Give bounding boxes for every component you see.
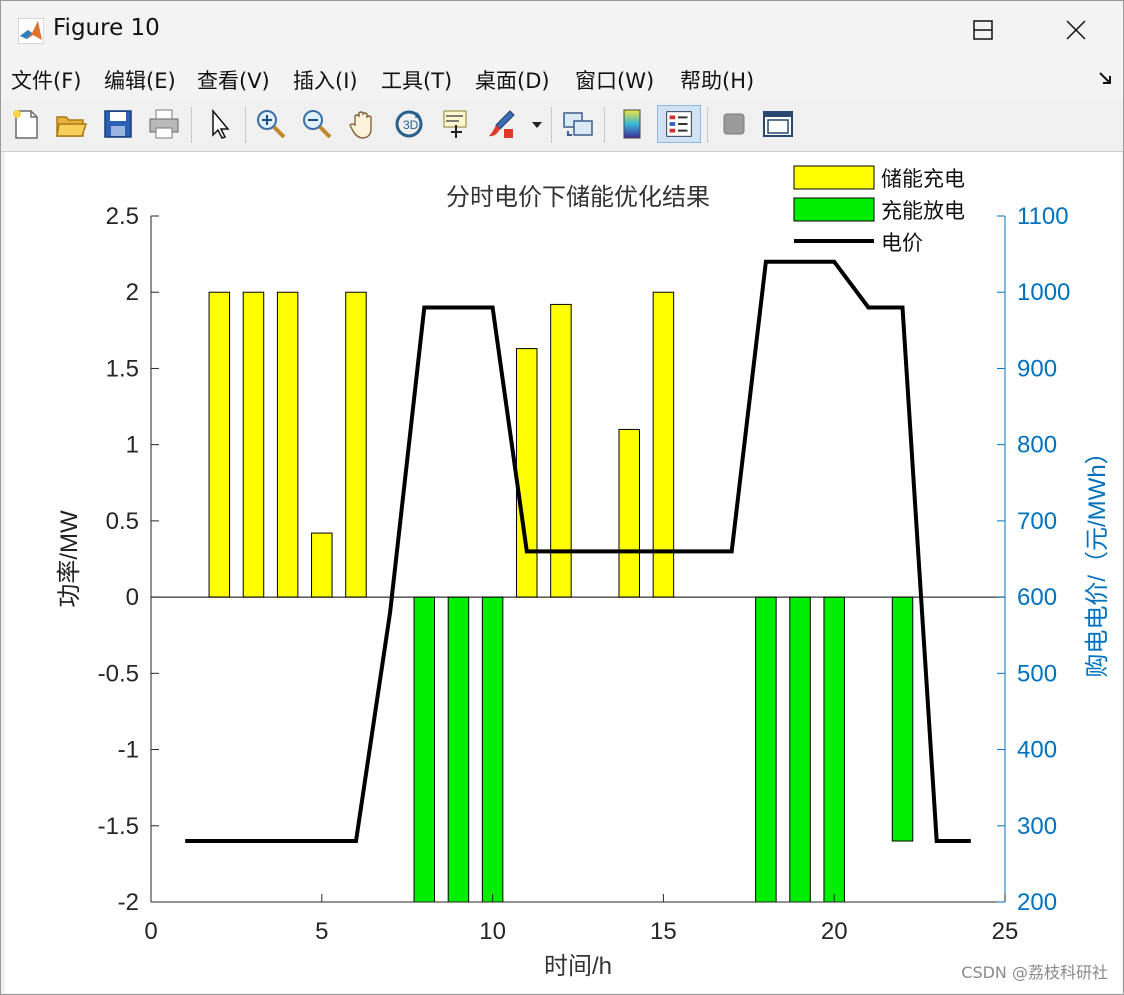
brush-dropdown-icon[interactable] <box>529 105 545 143</box>
y2-tick-label: 800 <box>1017 432 1057 459</box>
discharge-bar <box>823 596 845 903</box>
menu-desktop[interactable]: 桌面(D) <box>475 65 550 95</box>
charge-bar <box>345 291 367 598</box>
y-tick-label: 1.5 <box>106 355 139 382</box>
charge-bar <box>516 348 538 598</box>
pointer-icon[interactable] <box>201 105 239 143</box>
hide-tools-icon[interactable] <box>715 105 753 143</box>
discharge-bar <box>413 596 436 903</box>
toolbar-separator <box>707 107 708 143</box>
y2-tick-label: 1100 <box>1017 203 1069 230</box>
toolbar-separator <box>604 107 605 143</box>
figure-window: Figure 10 文件(F) 编辑(E) 查看(V) 插入(I) 工具(T) … <box>0 0 1124 995</box>
y2-tick-label: 200 <box>1017 889 1057 916</box>
svg-text:3D: 3D <box>403 118 419 132</box>
discharge-bar <box>755 596 777 903</box>
link-plot-icon[interactable] <box>559 105 597 143</box>
x-tick-label: 20 <box>821 918 848 945</box>
y-tick-label: -1.5 <box>98 813 139 840</box>
chart: 0 5 10 15 20 25 -2 -1.5 -1 -0.5 0 0.5 1 1.5 2 2.5 200 300… <box>56 165 1111 980</box>
title-bar: Figure 10 <box>1 1 1123 59</box>
charge-bar <box>242 291 265 598</box>
toolbar-separator <box>245 107 246 143</box>
discharge-bar <box>447 596 470 903</box>
y-tick-label: -0.5 <box>98 660 139 687</box>
y2-tick-label: 900 <box>1017 355 1057 382</box>
zoom-out-icon[interactable] <box>298 105 336 143</box>
charge-bar <box>276 291 299 598</box>
y2-tick-label: 500 <box>1017 660 1057 687</box>
open-folder-icon[interactable] <box>52 105 90 143</box>
toolbar-separator <box>191 107 192 143</box>
legend-icon[interactable] <box>657 105 701 143</box>
discharge-bar <box>891 596 914 842</box>
legend-label-discharge: 充能放电 <box>881 200 965 223</box>
save-icon[interactable] <box>99 105 137 143</box>
menu-tools[interactable]: 工具(T) <box>381 65 452 95</box>
y-axis-label: 功率/MW <box>56 510 83 608</box>
pan-hand-icon[interactable] <box>344 105 382 143</box>
charge-bar <box>618 428 640 598</box>
y2-tick-label: 1000 <box>1017 279 1070 306</box>
discharge-bar <box>481 596 504 903</box>
y-tick-label: 2.5 <box>106 203 139 230</box>
show-tools-icon[interactable] <box>759 105 797 143</box>
zoom-in-icon[interactable] <box>252 105 290 143</box>
legend-label-charge: 储能充电 <box>881 168 965 191</box>
brush-icon[interactable] <box>482 105 520 143</box>
menu-file[interactable]: 文件(F) <box>11 65 81 95</box>
x-tick-label: 25 <box>992 918 1019 945</box>
y-tick-label: 2 <box>126 279 139 306</box>
watermark: CSDN @荔枝科研社 <box>961 963 1108 982</box>
y2-tick-label: 300 <box>1017 813 1057 840</box>
x-axis-label: 时间/h <box>544 953 612 980</box>
maximize-button[interactable] <box>955 9 1011 51</box>
y-tick-label: 0 <box>126 584 139 611</box>
print-icon[interactable] <box>145 105 183 143</box>
y2-axis-label: 购电电价/（元/MWh） <box>1084 440 1111 677</box>
y-tick-label: 0.5 <box>106 508 139 535</box>
matlab-logo-icon <box>18 18 44 44</box>
menu-window[interactable]: 窗口(W) <box>575 65 654 95</box>
x-tick-label: 0 <box>144 918 157 945</box>
y2-tick-label: 400 <box>1017 737 1057 764</box>
menu-insert[interactable]: 插入(I) <box>293 65 358 95</box>
x-tick-label: 5 <box>315 918 328 945</box>
legend-swatch-discharge <box>793 197 875 222</box>
x-tick-label: 15 <box>650 918 677 945</box>
y2-tick-label: 700 <box>1017 508 1057 535</box>
window-title: Figure 10 <box>53 15 160 41</box>
menu-edit[interactable]: 编辑(E) <box>104 65 176 95</box>
discharge-bar <box>789 596 811 903</box>
colorbar-icon[interactable] <box>613 105 651 143</box>
y-tick-label: -1 <box>118 737 139 764</box>
y2-tick-label: 600 <box>1017 584 1057 611</box>
charge-bar <box>208 291 231 598</box>
close-button[interactable] <box>1048 9 1104 51</box>
menu-view[interactable]: 查看(V) <box>197 65 270 95</box>
new-file-icon[interactable] <box>7 105 45 143</box>
menu-bar: 文件(F) 编辑(E) 查看(V) 插入(I) 工具(T) 桌面(D) 窗口(W… <box>1 59 1123 99</box>
dock-arrow-icon[interactable] <box>1097 69 1115 87</box>
data-cursor-icon[interactable] <box>436 105 474 143</box>
chart-title: 分时电价下储能优化结果 <box>446 184 710 211</box>
charge-bar <box>311 532 333 598</box>
toolbar-separator <box>551 107 552 143</box>
menu-help[interactable]: 帮助(H) <box>680 65 754 95</box>
x-tick-label: 10 <box>479 918 506 945</box>
figure-canvas: 0 5 10 15 20 25 -2 -1.5 -1 -0.5 0 0.5 1 1.5 2 2.5 200 300… <box>5 152 1122 993</box>
y-tick-label: -2 <box>118 889 139 916</box>
legend-swatch-charge <box>793 165 875 190</box>
y-tick-label: 1 <box>126 432 139 459</box>
legend-label-price: 电价 <box>881 232 923 255</box>
toolbar: 3D <box>1 99 1123 152</box>
rotate-3d-icon[interactable]: 3D <box>390 105 428 143</box>
